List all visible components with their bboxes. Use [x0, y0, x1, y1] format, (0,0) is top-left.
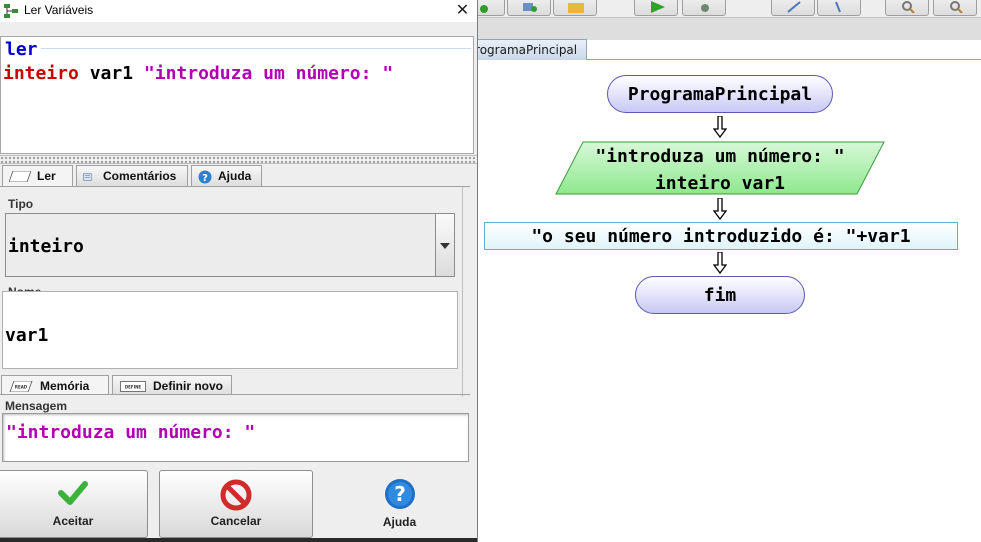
write-node-text: "o seu número introduzido é: "+var1: [531, 226, 911, 247]
cancelar-label: Cancelar: [210, 514, 262, 528]
define-tag-text: DEFINE: [125, 385, 142, 390]
nome-field-value: var1: [5, 325, 49, 346]
flowchart-editor: ProgramaPrincipal ProgramaPrincipal "int…: [415, 0, 981, 542]
code-keyword-ler: ler: [5, 39, 38, 60]
add-icon: [480, 5, 488, 13]
tipo-dropdown-button[interactable]: [435, 213, 455, 277]
add-window-icon: [523, 3, 537, 12]
panel-scrollbar[interactable]: [462, 187, 471, 397]
tab-programa-principal[interactable]: ProgramaPrincipal: [475, 39, 587, 60]
step-button[interactable]: [771, 0, 815, 16]
mensagem-label: Mensagem: [5, 399, 68, 413]
tipo-selected-value: inteiro: [8, 236, 84, 257]
tab-definir-novo[interactable]: DEFINE Definir novo: [112, 375, 232, 395]
nome-field[interactable]: [2, 291, 458, 369]
flow-arrow-icon: [713, 252, 727, 274]
tab-memoria-label: Memória: [40, 379, 90, 393]
step-back-button[interactable]: [817, 0, 861, 16]
debug-button[interactable]: [682, 0, 726, 16]
window-bottom-edge: [0, 538, 477, 542]
tab-ajuda[interactable]: ? Ajuda: [191, 165, 262, 186]
tab-ler-label: Ler: [37, 169, 56, 183]
comment-icon: [83, 173, 92, 181]
help-icon: ?: [384, 479, 415, 509]
tipo-label: Tipo: [8, 197, 34, 211]
code-preview: ler inteiro var1 "introduza um número: ": [0, 36, 474, 154]
svg-text:?: ?: [394, 482, 406, 506]
current-line-marker: [41, 48, 471, 49]
dialog-titlebar[interactable]: Ler Variáveis ✕: [0, 0, 477, 22]
svg-text:?: ?: [202, 173, 208, 184]
debug-icon: [701, 4, 709, 12]
tab-comentarios[interactable]: Comentários: [76, 165, 188, 186]
read-tab-icon: [9, 171, 31, 183]
arrow-icon: [787, 1, 801, 13]
ajuda-button[interactable]: ? Ajuda: [322, 470, 477, 538]
read-tag-text: READ: [15, 385, 28, 390]
tab-memoria[interactable]: READ Memória: [1, 375, 109, 395]
dialog-title: Ler Variáveis: [24, 3, 94, 17]
arrow-icon: [835, 1, 841, 13]
magnifier-icon: [950, 1, 963, 13]
panel-splitter[interactable]: [0, 155, 477, 164]
flow-arrow-icon: [713, 198, 727, 220]
chevron-down-icon: [440, 243, 450, 249]
code-read-statement: inteiro var1 "introduza um número: ": [3, 63, 393, 84]
run-button[interactable]: [634, 0, 678, 16]
ajuda-label: Ajuda: [382, 515, 417, 529]
close-icon: ✕: [455, 0, 470, 19]
flowchart-end-node[interactable]: fim: [635, 276, 805, 314]
flowchart-app-icon: [4, 4, 18, 18]
cancel-icon: [220, 479, 252, 511]
read-node-variable: inteiro var1: [654, 173, 786, 194]
mensagem-field-value: "introduza um número: ": [6, 422, 256, 443]
help-icon: ?: [198, 170, 212, 184]
flowchart-start-node[interactable]: ProgramaPrincipal: [607, 75, 833, 113]
end-node-label: fim: [703, 285, 737, 306]
read-node-text: "introduza um número: " inteiro var1: [555, 143, 885, 197]
code-type: inteiro: [3, 63, 79, 84]
zoom-out-button[interactable]: [933, 0, 977, 16]
code-prompt-string: "introduza um número: ": [143, 63, 394, 84]
read-memory-icon: READ: [9, 381, 33, 393]
flow-arrow-icon: [713, 116, 727, 138]
play-icon: [651, 1, 665, 13]
subtabs-divider: [0, 394, 470, 395]
code-variable: var1: [89, 63, 134, 84]
tab-comentarios-label: Comentários: [103, 169, 177, 183]
start-node-label: ProgramaPrincipal: [627, 84, 813, 105]
close-button[interactable]: ✕: [448, 0, 477, 22]
aceitar-button[interactable]: Aceitar: [0, 470, 148, 538]
magnifier-icon: [902, 1, 915, 13]
read-node-prompt: "introduza um número: ": [595, 146, 845, 167]
editor-toolbar: [415, 0, 981, 18]
tab-definir-novo-label: Definir novo: [153, 379, 224, 393]
tab-ajuda-label: Ajuda: [218, 169, 252, 183]
ler-variaveis-dialog: Ler Variáveis ✕ ler inteiro var1 "introd…: [0, 0, 478, 542]
define-icon: DEFINE: [120, 381, 146, 393]
folder-icon: [568, 3, 584, 13]
add-window-button[interactable]: [507, 0, 551, 16]
open-folder-button[interactable]: [553, 0, 597, 16]
tab-ler[interactable]: Ler: [2, 165, 73, 186]
check-icon: [58, 481, 88, 505]
aceitar-label: Aceitar: [52, 514, 94, 528]
tab-label: ProgramaPrincipal: [475, 43, 578, 57]
zoom-in-button[interactable]: [885, 0, 929, 16]
cancelar-button[interactable]: Cancelar: [159, 470, 313, 538]
flowchart-write-node[interactable]: "o seu número introduzido é: "+var1: [484, 222, 958, 250]
